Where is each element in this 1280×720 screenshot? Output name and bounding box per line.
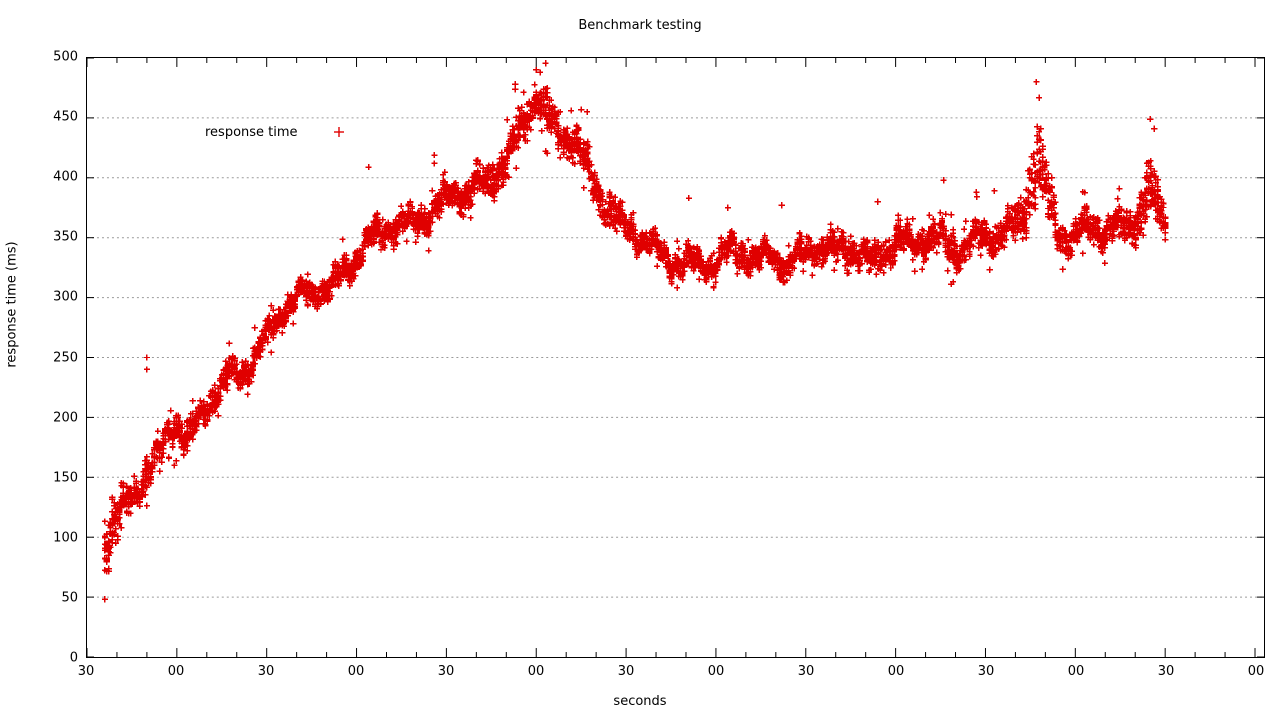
chart-title: Benchmark testing [578,18,702,33]
x-tick-label: 00 [887,664,905,679]
x-tick-label: 30 [1157,664,1175,679]
x-tick-label: 30 [797,664,815,679]
y-tick-label: 400 [53,169,78,185]
y-tick-label: 450 [53,109,78,125]
y-tick-label: 50 [61,590,78,606]
benchmark-chart: Benchmark testing response time 0 50 100 15… [0,0,1280,720]
legend-label-response-time: response time [205,124,298,140]
y-axis-title: response time (ms) [4,241,20,368]
x-tick-label: 00 [347,664,365,679]
legend-plus-icon [298,124,378,140]
y-tick-label: 300 [53,289,78,305]
x-tick-label: 30 [617,664,635,679]
legend: response time [205,121,378,143]
y-tick-label: 500 [53,49,78,65]
data-points-response-time [101,60,1169,603]
x-tick-label: 00 [527,664,545,679]
x-tick-label: 00 [1247,664,1265,679]
x-tick-label: 00 [167,664,185,679]
y-tick-label: 100 [53,530,78,546]
plot-area: response time [86,57,1265,658]
y-tick-label: 150 [53,470,78,486]
y-tick-label: 350 [53,229,78,245]
x-tick-label: 30 [977,664,995,679]
y-tick-label: 200 [53,410,78,426]
y-tick-label: 250 [53,350,78,365]
x-axis-tick-labels: 30 00 30 00 30 00 30 00 30 00 30 00 30 00 [0,664,1280,684]
x-tick-label: 00 [1067,664,1085,679]
x-tick-label: 00 [707,664,725,679]
x-tick-label: 30 [257,664,275,679]
x-axis-title: seconds [613,694,667,709]
x-tick-label: 30 [437,664,455,679]
x-tick-label: 30 [77,664,95,679]
